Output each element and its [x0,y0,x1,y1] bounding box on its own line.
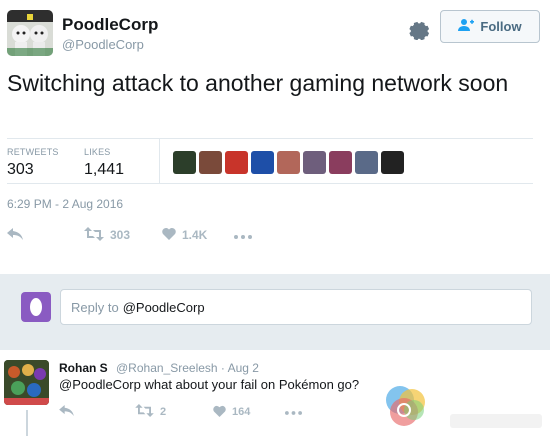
retweet-count: 303 [110,228,131,242]
reply-actions: 2 164 [59,402,359,422]
reply-text: @PoodleCorp what about your fail on Poké… [59,377,360,392]
reply-author-meta[interactable]: @Rohan_Sreelesh · Aug 2 [116,361,259,375]
reply-button[interactable] [59,402,74,422]
like-button[interactable]: 164 [213,402,250,422]
egg-icon [30,298,42,316]
reply-mention: @PoodleCorp [122,299,205,315]
avatar[interactable] [7,10,53,56]
liker-avatar[interactable] [329,151,352,174]
more-button[interactable] [285,402,302,422]
display-name[interactable]: PoodleCorp [62,15,158,35]
heart-icon [213,405,226,420]
watermark-logo-icon [380,380,432,430]
reply-input[interactable]: Reply to @PoodleCorp [60,289,532,325]
reply-icon [59,405,74,419]
gear-icon[interactable] [409,18,431,41]
more-button[interactable] [234,224,252,246]
thread-line [26,410,28,436]
like-button[interactable]: 1.4K [162,224,207,246]
retweet-button[interactable]: 303 [84,224,130,246]
reply-placeholder: Reply to [71,299,119,315]
liker-avatar[interactable] [381,151,404,174]
reply-icon [7,227,23,243]
like-count: 1.4K [182,228,208,242]
tweet-header: PoodleCorp @PoodleCorp Follow [7,10,543,58]
likes-label: LIKES [84,147,111,157]
heart-icon [162,227,176,243]
liker-avatars [173,151,404,174]
liker-avatar[interactable] [355,151,378,174]
more-icon [285,406,302,418]
user-handle[interactable]: @PoodleCorp [62,37,144,52]
liker-avatar[interactable] [277,151,300,174]
retweet-icon [84,226,104,244]
retweet-icon [135,404,154,420]
liker-avatar[interactable] [199,151,222,174]
tweet-text: Switching attack to another gaming netwo… [7,70,509,96]
avatar[interactable] [4,360,49,405]
liker-avatar[interactable] [303,151,326,174]
tweet-timestamp[interactable]: 6:29 PM - 2 Aug 2016 [7,197,123,211]
retweet-button[interactable]: 2 [135,402,166,422]
retweet-count: 2 [160,406,167,418]
tweet-actions: 303 1.4K [7,224,307,246]
liker-avatar[interactable] [225,151,248,174]
watermark-text [450,414,542,428]
retweets-label: RETWEETS [7,147,59,157]
reply-button[interactable] [7,224,23,246]
reply-author-name[interactable]: Rohan S [59,361,108,375]
follow-label: Follow [480,19,522,34]
tweet-stats: RETWEETS 303 LIKES 1,441 [7,138,533,184]
follow-button[interactable]: Follow [440,10,540,43]
liker-avatar[interactable] [251,151,274,174]
like-count: 164 [232,406,251,418]
more-icon [234,228,252,242]
add-user-icon [458,18,475,35]
reply-box: Reply to @PoodleCorp [0,274,550,350]
likes-value: 1,441 [84,161,125,178]
liker-avatar[interactable] [173,151,196,174]
retweets-value: 303 [7,161,34,178]
retweets-stat[interactable]: RETWEETS 303 [7,147,59,179]
likes-stat[interactable]: LIKES 1,441 [84,147,124,179]
divider [159,139,160,183]
avatar [21,292,51,322]
